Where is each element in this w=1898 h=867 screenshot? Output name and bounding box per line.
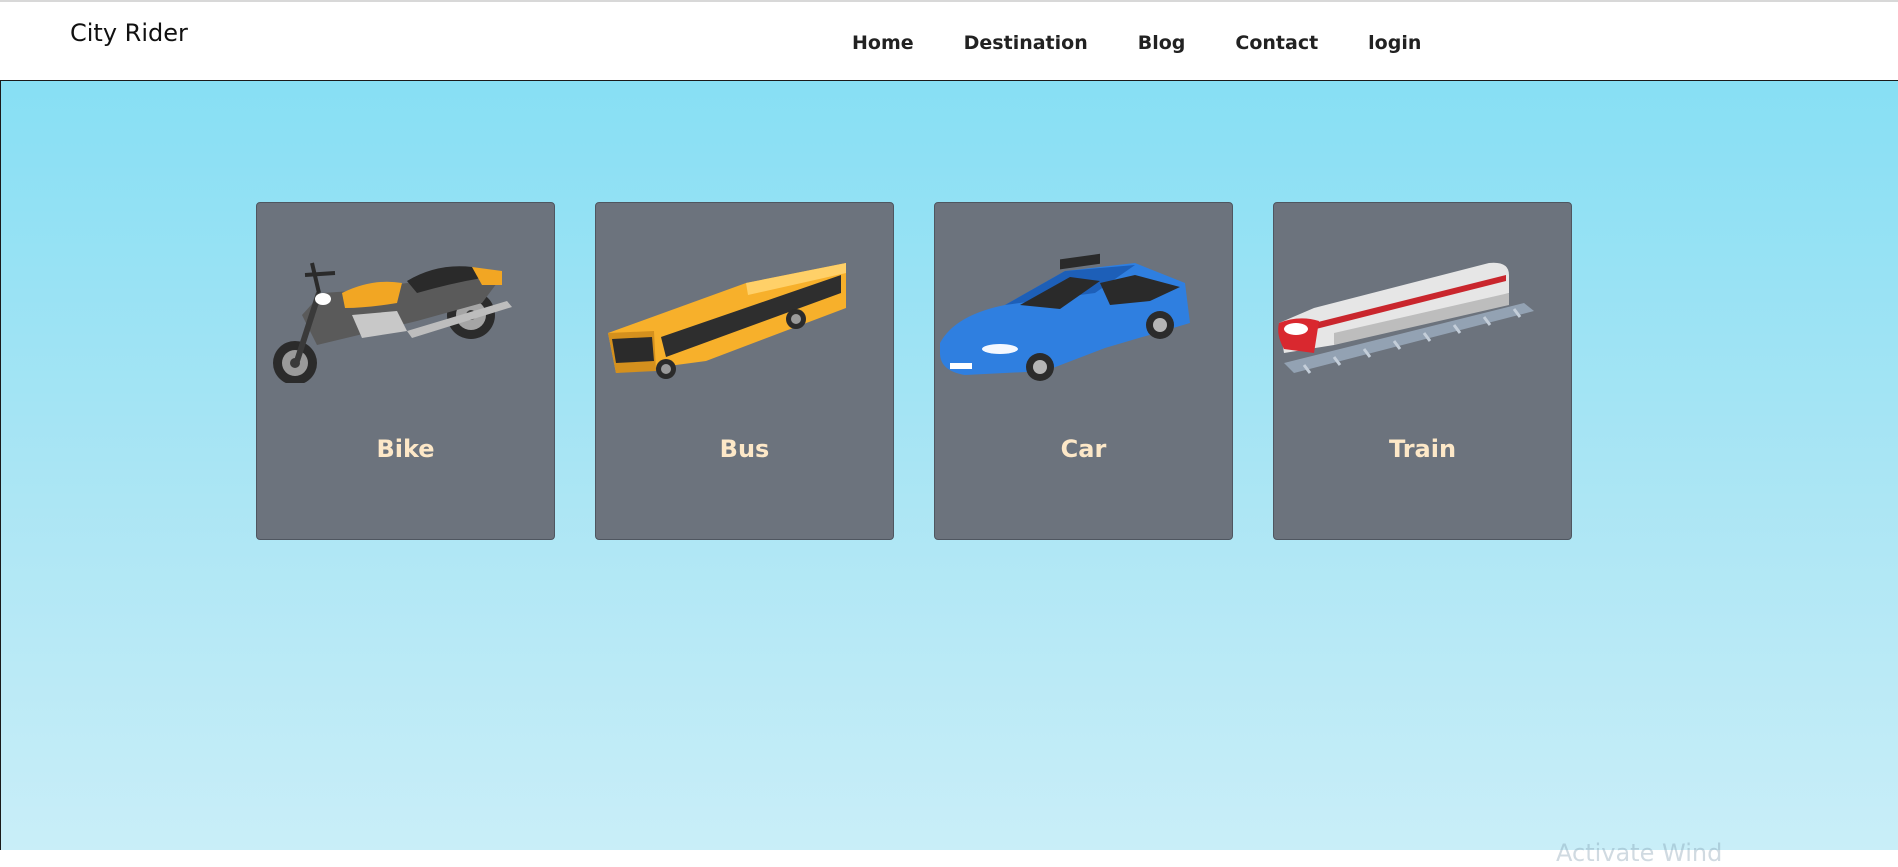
- main-nav: Home Destination Blog Contact login: [852, 32, 1471, 54]
- activate-windows-watermark: Activate Wind: [1556, 839, 1723, 867]
- train-icon: [1278, 262, 1534, 374]
- vehicle-card-bike[interactable]: Bike: [256, 202, 555, 540]
- car-icon: [940, 253, 1190, 381]
- top-navbar: City Rider Home Destination Blog Contact…: [0, 0, 1898, 80]
- nav-destination-link[interactable]: Destination: [964, 32, 1088, 54]
- card-label: Car: [1060, 435, 1107, 463]
- nav-blog-link[interactable]: Blog: [1138, 32, 1186, 54]
- card-label: Bike: [376, 435, 435, 463]
- motorcycle-icon: [273, 262, 512, 383]
- bus-icon: [608, 263, 846, 379]
- nav-home-link[interactable]: Home: [852, 32, 914, 54]
- hero-section: Bike Bus Car Train Activate Wind: [0, 80, 1898, 867]
- card-label: Bus: [719, 435, 770, 463]
- card-label: Train: [1388, 435, 1457, 463]
- nav-login-link[interactable]: login: [1368, 32, 1421, 54]
- vehicle-card-train[interactable]: Train: [1273, 202, 1572, 540]
- vehicle-card-car[interactable]: Car: [934, 202, 1233, 540]
- brand-logo[interactable]: City Rider: [70, 19, 188, 47]
- nav-contact-link[interactable]: Contact: [1235, 32, 1318, 54]
- vehicle-card-bus[interactable]: Bus: [595, 202, 894, 540]
